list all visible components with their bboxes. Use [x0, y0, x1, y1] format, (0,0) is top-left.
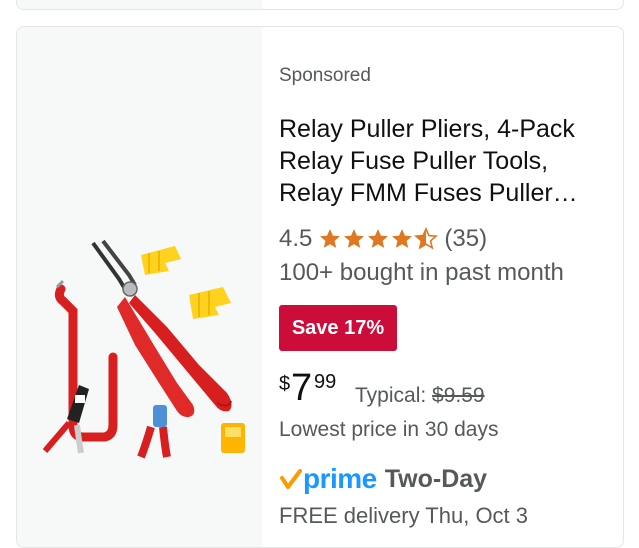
product-title-line: Relay Puller Pliers, 4-Pack [279, 115, 575, 143]
yellow-clip-1 [141, 246, 181, 275]
typical-label: Typical: [355, 384, 427, 407]
hook-tool [54, 279, 118, 442]
yellow-clip-2 [189, 287, 231, 319]
bought-in-past-month: 100+ bought in past month [279, 259, 564, 286]
product-card[interactable]: Sponsored Relay Puller Pliers, 4-Pack Re… [16, 26, 624, 548]
review-count[interactable]: (35) [444, 225, 487, 253]
previous-result-image-pane [17, 0, 262, 9]
save-badge: Save 17% [279, 305, 397, 351]
product-image-pane[interactable] [17, 27, 262, 547]
delivery-speed: Two-Day [384, 464, 488, 493]
typical-price: Typical: $9.59 [355, 384, 485, 408]
half-star-icon [414, 227, 439, 250]
star-icon [392, 229, 413, 248]
product-title-link[interactable]: Relay Puller Pliers, 4-Pack Relay Fuse P… [279, 113, 614, 209]
star-icon [368, 229, 389, 248]
star-icon [344, 229, 365, 248]
prime-check-icon [280, 469, 302, 489]
star-icon [320, 229, 341, 248]
previous-result-card[interactable] [16, 0, 624, 10]
delivery-date: FREE delivery Thu, Oct 3 [279, 503, 529, 528]
product-image[interactable] [17, 27, 262, 467]
typical-price-value: $9.59 [432, 384, 485, 407]
price-fraction: 99 [314, 371, 337, 393]
rating-value: 4.5 [279, 225, 313, 252]
small-puller-tool [42, 385, 89, 454]
sponsored-label: Sponsored [279, 65, 371, 86]
product-title-line: Relay Fuse Puller Tools, [279, 147, 549, 175]
prime-logo-text: prime [303, 463, 377, 494]
price-currency: $ [279, 373, 291, 395]
lowest-price-note: Lowest price in 30 days [279, 418, 499, 441]
star-rating[interactable] [318, 227, 439, 251]
product-title-line: Relay FMM Fuses Puller… [279, 179, 578, 207]
prime-badge: prime Two-Day [279, 463, 487, 495]
price-whole: 7 [291, 367, 313, 409]
rating-row[interactable]: 4.5 (35) [279, 225, 487, 253]
